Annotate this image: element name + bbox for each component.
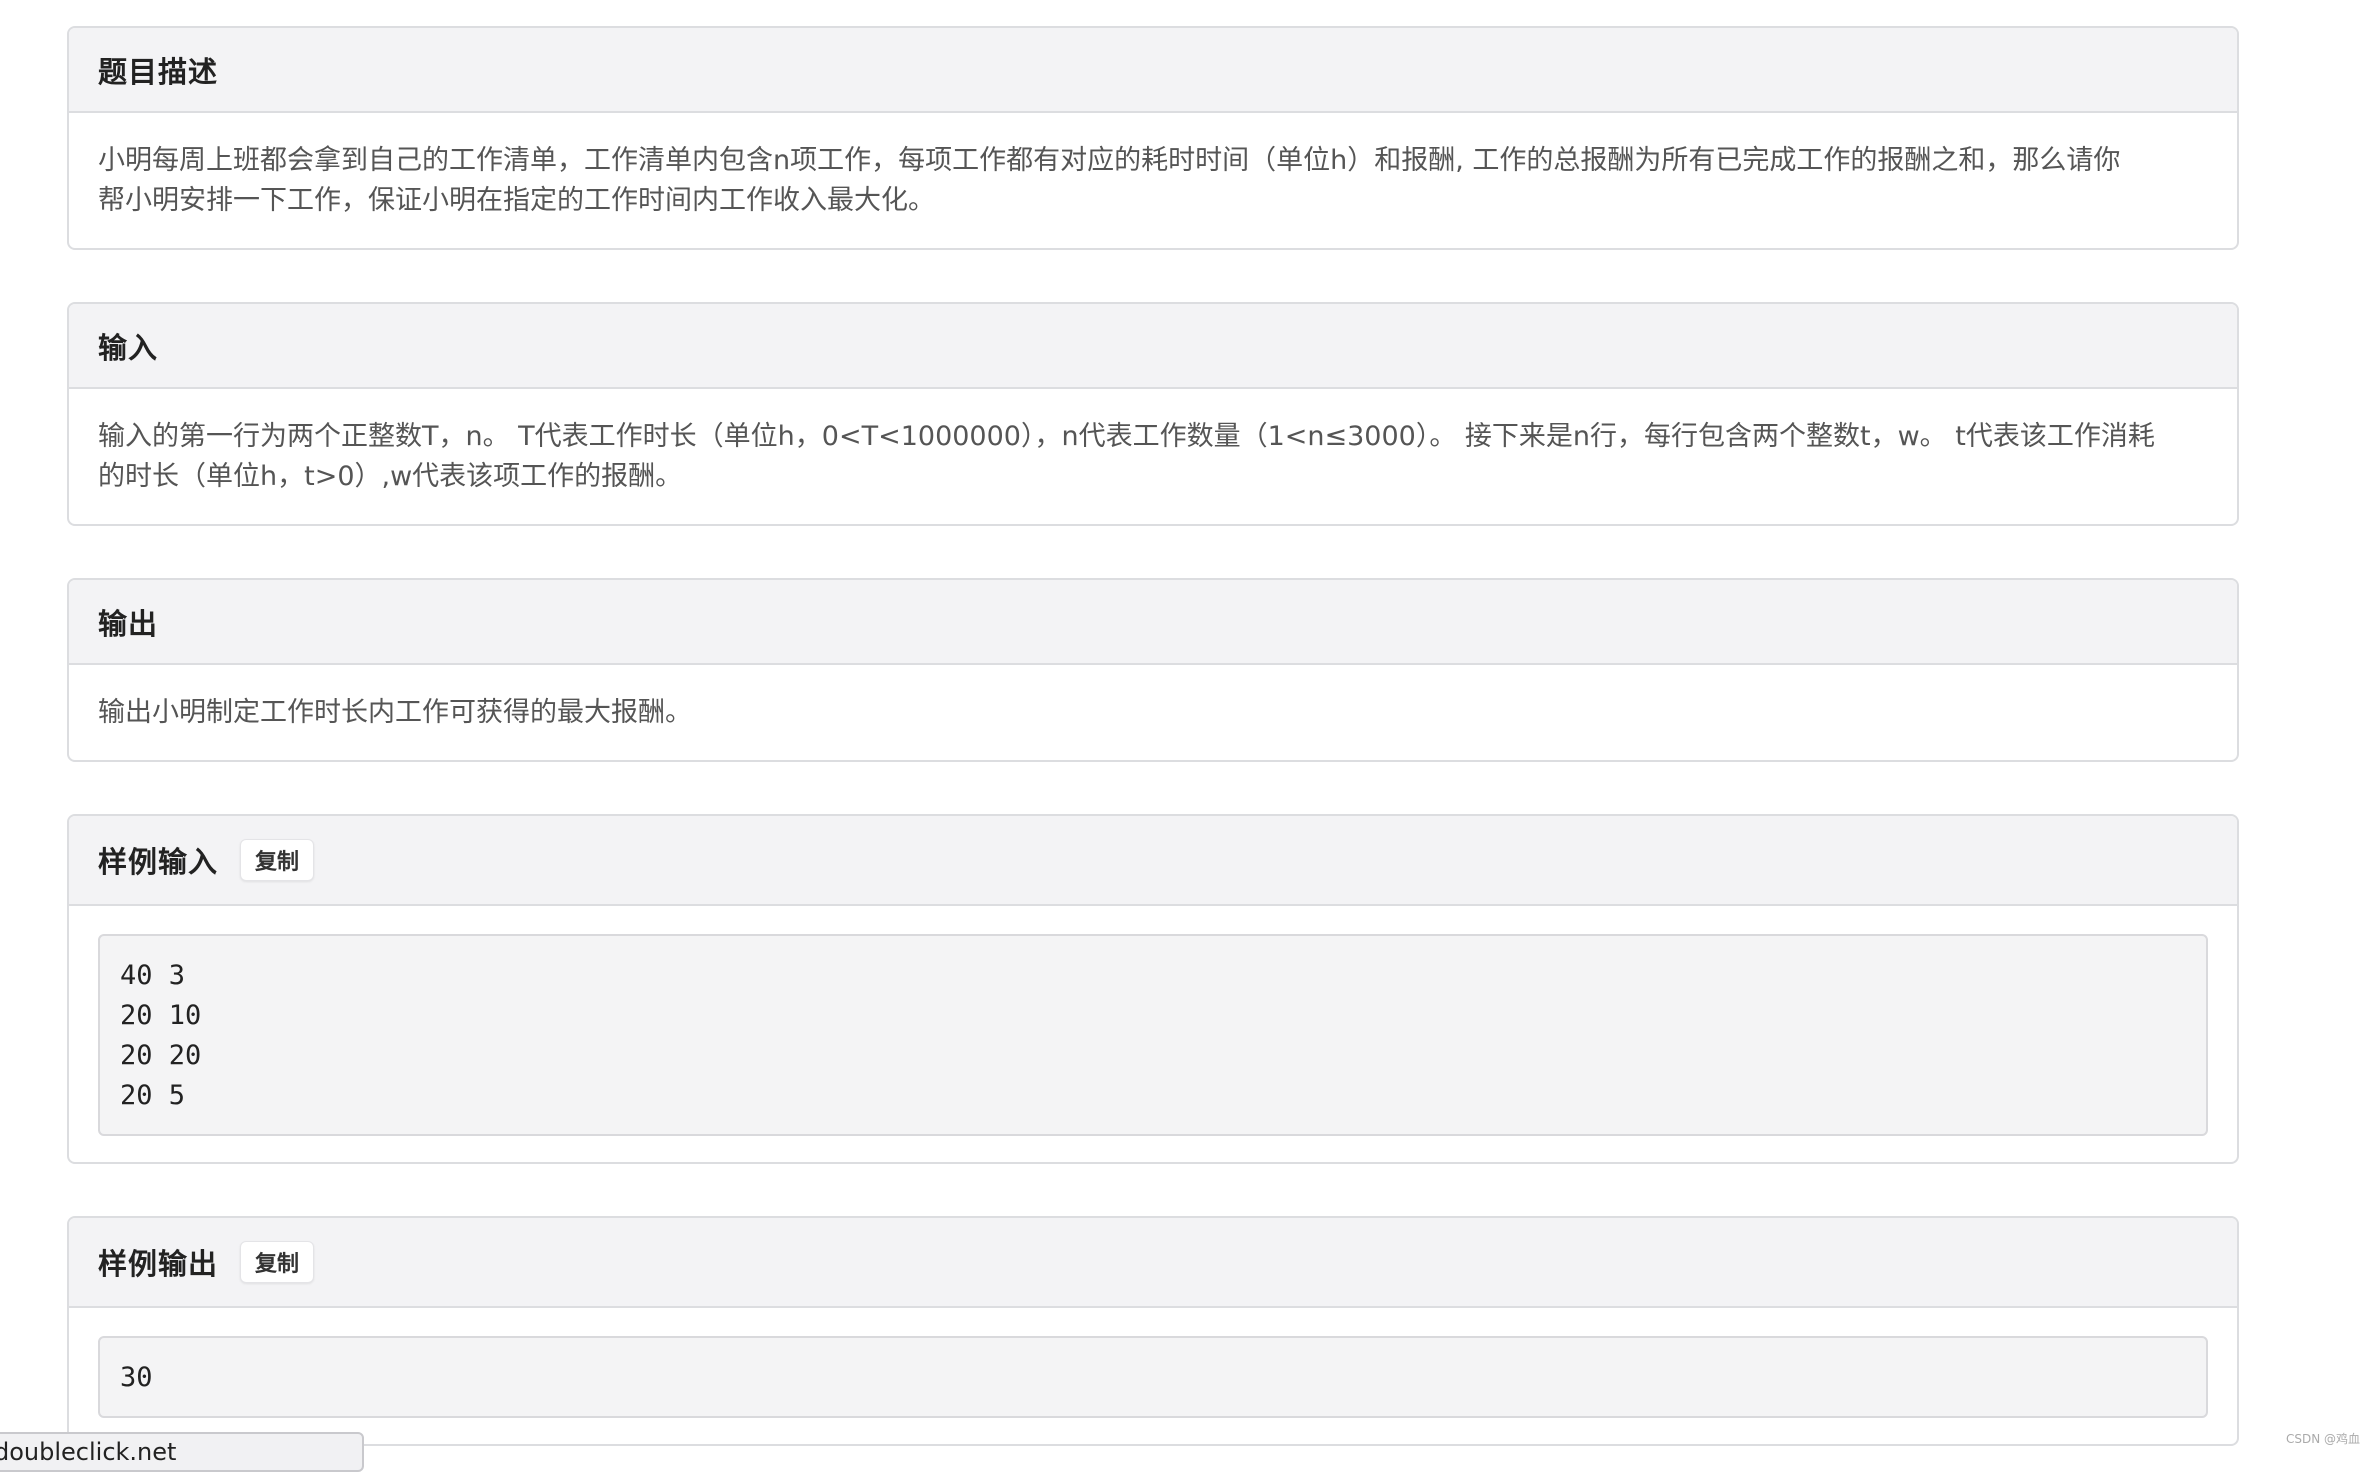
output-title: 输出 xyxy=(98,606,159,641)
description-header: 题目描述 xyxy=(69,28,2237,113)
output-panel: 输出 输出小明制定工作时长内工作可获得的最大报酬。 xyxy=(67,578,2239,762)
sample-input-header: 样例输入 复制 xyxy=(69,816,2237,906)
description-body: 小明每周上班都会拿到自己的工作清单，工作清单内包含n项工作，每项工作都有对应的耗… xyxy=(69,113,2237,221)
input-body: 输入的第一行为两个正整数T，n。 T代表工作时长（单位h，0<T<1000000… xyxy=(69,389,2237,497)
description-line-1: 小明每周上班都会拿到自己的工作清单，工作清单内包含n项工作，每项工作都有对应的耗… xyxy=(98,145,2121,176)
sample-output-copy-button[interactable]: 复制 xyxy=(240,1241,315,1283)
sample-input-copy-button[interactable]: 复制 xyxy=(240,839,315,881)
input-panel: 输入 输入的第一行为两个正整数T，n。 T代表工作时长（单位h，0<T<1000… xyxy=(67,302,2239,526)
sample-output-header: 样例输出 复制 xyxy=(69,1218,2237,1308)
sample-output-panel: 样例输出 复制 30 xyxy=(67,1216,2239,1446)
input-line-2: 的时长（单位h，t>0）,w代表该项工作的报酬。 xyxy=(98,461,683,492)
sample-output-code: 30 xyxy=(98,1336,2208,1418)
input-line-1: 输入的第一行为两个正整数T，n。 T代表工作时长（单位h，0<T<1000000… xyxy=(98,421,2155,452)
output-header: 输出 xyxy=(69,580,2237,665)
input-title: 输入 xyxy=(98,330,159,365)
sample-input-title: 样例输入 xyxy=(98,845,219,879)
output-body: 输出小明制定工作时长内工作可获得的最大报酬。 xyxy=(69,665,2237,733)
description-panel: 题目描述 小明每周上班都会拿到自己的工作清单，工作清单内包含n项工作，每项工作都… xyxy=(67,26,2239,250)
output-text: 输出小明制定工作时长内工作可获得的最大报酬。 xyxy=(98,697,692,728)
watermark: CSDN @鸡血 xyxy=(2285,1432,2360,1446)
sample-input-code: 40 3 20 10 20 20 20 5 xyxy=(98,934,2208,1136)
sample-output-title: 样例输出 xyxy=(98,1247,219,1281)
input-header: 输入 xyxy=(69,304,2237,389)
description-title: 题目描述 xyxy=(98,54,219,89)
description-line-2: 帮小明安排一下工作，保证小明在指定的工作时间内工作收入最大化。 xyxy=(98,185,935,216)
browser-status-bar: doubleclick.net xyxy=(0,1432,364,1472)
sample-input-panel: 样例输入 复制 40 3 20 10 20 20 20 5 xyxy=(67,814,2239,1164)
